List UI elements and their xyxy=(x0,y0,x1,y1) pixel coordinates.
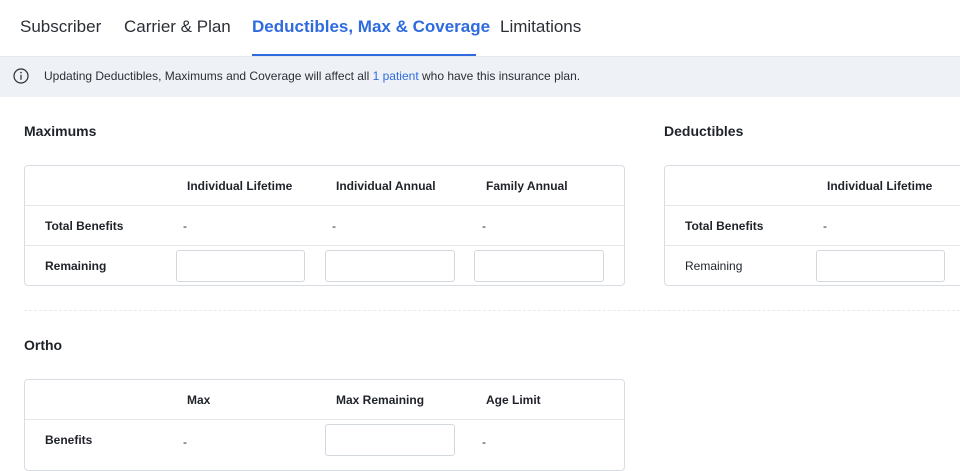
active-tab-indicator xyxy=(252,54,476,56)
table-cell: - xyxy=(823,219,827,233)
deductible-lifetime-remaining-input[interactable] xyxy=(816,250,945,282)
deductibles-header-row: Individual Lifetime xyxy=(665,166,960,206)
ortho-title: Ortho xyxy=(24,337,63,353)
column-header: Max xyxy=(187,393,211,407)
deductibles-remaining-row: Remaining xyxy=(665,246,960,285)
deductibles-title: Deductibles xyxy=(664,123,744,139)
row-label: Total Benefits xyxy=(685,219,764,233)
row-label: Total Benefits xyxy=(45,219,124,233)
patient-count-link[interactable]: 1 patient xyxy=(373,69,419,83)
individual-annual-remaining-input[interactable] xyxy=(325,250,455,282)
info-banner-message: Updating Deductibles, Maximums and Cover… xyxy=(44,69,580,83)
ortho-benefits-row: Benefits - - xyxy=(25,420,624,460)
row-label: Remaining xyxy=(685,259,743,273)
deductibles-card: Individual Lifetime Total Benefits - Rem… xyxy=(664,165,960,286)
tab-carrier-plan[interactable]: Carrier & Plan xyxy=(124,17,231,37)
ortho-card: Max Max Remaining Age Limit Benefits - - xyxy=(24,379,625,471)
tab-bar: Subscriber Carrier & Plan Deductibles, M… xyxy=(0,0,960,57)
column-header: Family Annual xyxy=(486,179,568,193)
table-cell: - xyxy=(183,435,187,449)
maximums-title: Maximums xyxy=(24,123,97,139)
family-annual-remaining-input[interactable] xyxy=(474,250,604,282)
column-header: Individual Lifetime xyxy=(187,179,293,193)
table-cell: - xyxy=(183,219,187,233)
info-icon xyxy=(13,68,29,84)
ortho-header-row: Max Max Remaining Age Limit xyxy=(25,380,624,420)
banner-text-before: Updating Deductibles, Maximums and Cover… xyxy=(44,69,373,83)
table-cell: - xyxy=(482,219,486,233)
tab-limitations[interactable]: Limitations xyxy=(500,17,581,37)
table-cell: - xyxy=(332,219,336,233)
tab-subscriber[interactable]: Subscriber xyxy=(20,17,101,37)
section-divider xyxy=(24,310,960,311)
row-label: Benefits xyxy=(45,433,93,447)
column-header: Individual Annual xyxy=(336,179,436,193)
deductibles-total-benefits-row: Total Benefits - xyxy=(665,206,960,246)
row-label: Remaining xyxy=(45,259,107,273)
table-cell: - xyxy=(482,435,486,449)
maximums-header-row: Individual Lifetime Individual Annual Fa… xyxy=(25,166,624,206)
info-banner: Updating Deductibles, Maximums and Cover… xyxy=(0,57,960,97)
tab-deductibles-max-coverage[interactable]: Deductibles, Max & Coverage xyxy=(252,17,490,37)
individual-lifetime-remaining-input[interactable] xyxy=(176,250,305,282)
ortho-max-remaining-input[interactable] xyxy=(325,424,455,456)
column-header: Age Limit xyxy=(486,393,541,407)
maximums-total-benefits-row: Total Benefits - - - xyxy=(25,206,624,246)
maximums-remaining-row: Remaining xyxy=(25,246,624,285)
column-header: Individual Lifetime xyxy=(827,179,933,193)
banner-text-after: who have this insurance plan. xyxy=(418,69,581,83)
column-header: Max Remaining xyxy=(336,393,425,407)
maximums-card: Individual Lifetime Individual Annual Fa… xyxy=(24,165,625,286)
